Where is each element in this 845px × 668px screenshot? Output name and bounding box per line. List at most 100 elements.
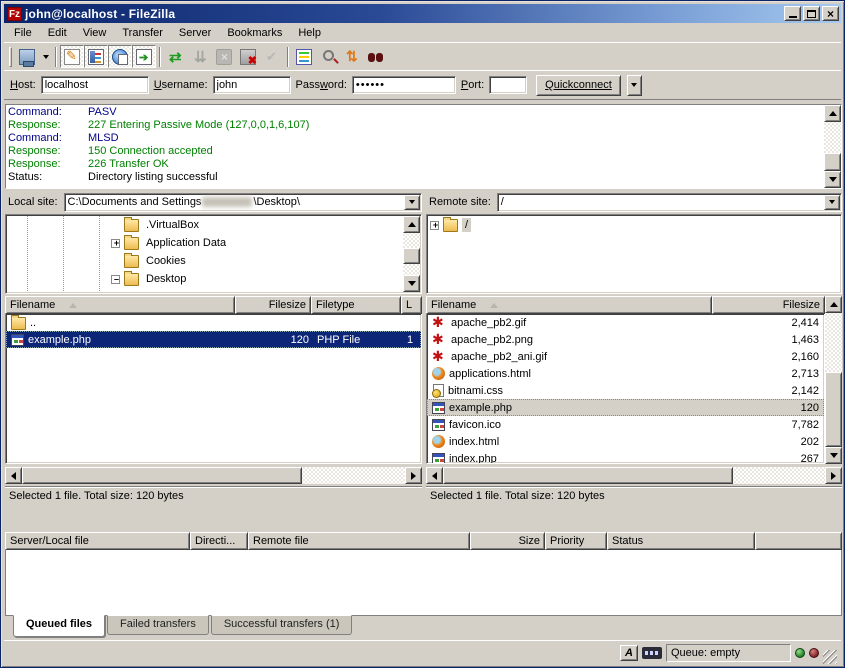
file-row[interactable]: index.html 202 bbox=[427, 433, 824, 450]
tree-expander[interactable] bbox=[111, 239, 120, 248]
queue-tab[interactable]: Failed transfers bbox=[107, 615, 209, 635]
file-row[interactable]: applications.html 2,713 bbox=[427, 365, 824, 382]
directory-comparison-button[interactable] bbox=[292, 45, 316, 68]
tree-expander[interactable] bbox=[111, 275, 120, 284]
combo-dropdown-icon[interactable] bbox=[824, 195, 840, 210]
scroll-left-icon[interactable] bbox=[426, 467, 443, 484]
file-row[interactable]: .. bbox=[6, 314, 421, 331]
cssdoc-icon bbox=[433, 384, 444, 397]
file-row[interactable]: apache_pb2.png 1,463 bbox=[427, 331, 824, 348]
folder-icon bbox=[124, 255, 139, 268]
password-input[interactable] bbox=[352, 76, 456, 94]
menu-item[interactable]: View bbox=[75, 25, 115, 41]
column-header[interactable] bbox=[755, 532, 842, 550]
process-queue-button[interactable] bbox=[188, 45, 212, 68]
column-header[interactable]: Status bbox=[607, 532, 755, 550]
file-row[interactable]: example.php 120 bbox=[427, 399, 824, 416]
menu-item[interactable]: Bookmarks bbox=[219, 25, 290, 41]
combo-dropdown-icon[interactable] bbox=[404, 195, 420, 210]
close-button[interactable]: × bbox=[822, 6, 839, 21]
scroll-down-icon[interactable] bbox=[824, 171, 841, 188]
tree-item[interactable]: Cookies bbox=[7, 252, 403, 270]
file-row[interactable]: example.php 120 PHP File 1 bbox=[6, 331, 421, 348]
transfer-type-icon[interactable]: A bbox=[620, 645, 638, 661]
host-input[interactable] bbox=[41, 76, 149, 94]
file-row[interactable]: favicon.ico 7,782 bbox=[427, 416, 824, 433]
tree-expander[interactable] bbox=[430, 221, 439, 230]
folder-icon bbox=[124, 273, 139, 286]
port-input[interactable] bbox=[489, 76, 527, 94]
local-site-combo[interactable]: C:\Documents and Settings\Desktop\ bbox=[64, 193, 422, 212]
menu-item[interactable]: Edit bbox=[40, 25, 75, 41]
remote-site-combo[interactable]: / bbox=[497, 193, 842, 212]
file-row[interactable]: index.php 267 bbox=[427, 450, 824, 464]
column-header[interactable]: Filename bbox=[5, 296, 235, 314]
local-tree-scrollbar[interactable] bbox=[403, 216, 420, 292]
tree-item[interactable]: Application Data bbox=[7, 234, 403, 252]
reconnect-button[interactable] bbox=[260, 45, 284, 68]
column-header[interactable]: Filesize bbox=[235, 296, 311, 314]
file-row[interactable]: bitnami.css 2,142 bbox=[427, 382, 824, 399]
remote-vscrollbar[interactable] bbox=[825, 296, 842, 464]
local-status-text: Selected 1 file. Total size: 120 bytes bbox=[5, 486, 422, 506]
cancel-operation-button[interactable] bbox=[212, 45, 236, 68]
tree-item[interactable]: .VirtualBox bbox=[7, 216, 403, 234]
scroll-up-icon[interactable] bbox=[825, 296, 842, 313]
column-header[interactable]: Remote file bbox=[248, 532, 470, 550]
scrollbar-thumb[interactable] bbox=[824, 153, 841, 171]
toggle-local-tree-button[interactable] bbox=[84, 45, 108, 68]
disconnect-button[interactable] bbox=[236, 45, 260, 68]
scrollbar-thumb[interactable] bbox=[403, 248, 420, 264]
speed-limits-icon[interactable] bbox=[642, 647, 662, 659]
synchronized-browsing-button[interactable] bbox=[340, 45, 364, 68]
scroll-left-icon[interactable] bbox=[5, 467, 22, 484]
toolbar-grip[interactable] bbox=[9, 47, 12, 67]
scroll-down-icon[interactable] bbox=[825, 447, 842, 464]
scroll-right-icon[interactable] bbox=[405, 467, 422, 484]
log-scrollbar[interactable] bbox=[824, 105, 841, 188]
scroll-up-icon[interactable] bbox=[824, 105, 841, 122]
menu-item[interactable]: Server bbox=[171, 25, 219, 41]
menu-item[interactable]: File bbox=[6, 25, 40, 41]
column-header[interactable]: Size bbox=[470, 532, 545, 550]
column-header[interactable]: Priority bbox=[545, 532, 607, 550]
quickconnect-button[interactable]: Quickconnect bbox=[536, 75, 621, 96]
scroll-down-icon[interactable] bbox=[403, 275, 420, 292]
scrollbar-thumb[interactable] bbox=[443, 467, 733, 484]
file-row[interactable]: apache_pb2_ani.gif 2,160 bbox=[427, 348, 824, 365]
queue-list[interactable] bbox=[5, 550, 842, 616]
local-hscrollbar[interactable] bbox=[5, 467, 422, 484]
file-row[interactable]: apache_pb2.gif 2,414 bbox=[427, 314, 824, 331]
maximize-icon bbox=[807, 10, 816, 18]
scrollbar-thumb[interactable] bbox=[22, 467, 302, 484]
quickconnect-dropdown[interactable] bbox=[627, 75, 642, 96]
column-header[interactable]: Filename bbox=[426, 296, 712, 314]
column-header[interactable]: Filetype bbox=[311, 296, 401, 314]
column-header[interactable]: L bbox=[401, 296, 422, 314]
site-manager-button[interactable] bbox=[15, 45, 39, 68]
scrollbar-thumb[interactable] bbox=[825, 372, 842, 447]
menu-item[interactable]: Transfer bbox=[114, 25, 171, 41]
scroll-up-icon[interactable] bbox=[403, 216, 420, 233]
queue-tab[interactable]: Queued files bbox=[13, 615, 105, 637]
toggle-remote-tree-button[interactable] bbox=[108, 45, 132, 68]
maximize-button[interactable] bbox=[803, 6, 820, 21]
toggle-transfer-queue-button[interactable] bbox=[132, 45, 156, 68]
minimize-button[interactable] bbox=[784, 6, 801, 21]
refresh-button[interactable] bbox=[164, 45, 188, 68]
find-files-button[interactable] bbox=[364, 45, 388, 68]
filename-filters-button[interactable] bbox=[316, 45, 340, 68]
site-manager-dropdown[interactable] bbox=[39, 45, 52, 68]
username-input[interactable] bbox=[213, 76, 291, 94]
tree-item[interactable]: / bbox=[428, 216, 823, 234]
column-header[interactable]: Directi... bbox=[190, 532, 248, 550]
scroll-right-icon[interactable] bbox=[825, 467, 842, 484]
queue-tab[interactable]: Successful transfers (1) bbox=[211, 615, 353, 635]
tree-item[interactable]: Desktop bbox=[7, 270, 403, 288]
resize-grip[interactable] bbox=[823, 650, 837, 664]
column-header[interactable]: Server/Local file bbox=[5, 532, 190, 550]
menu-item[interactable]: Help bbox=[290, 25, 329, 41]
remote-hscrollbar[interactable] bbox=[426, 467, 842, 484]
column-header[interactable]: Filesize bbox=[712, 296, 825, 314]
toggle-message-log-button[interactable] bbox=[60, 45, 84, 68]
